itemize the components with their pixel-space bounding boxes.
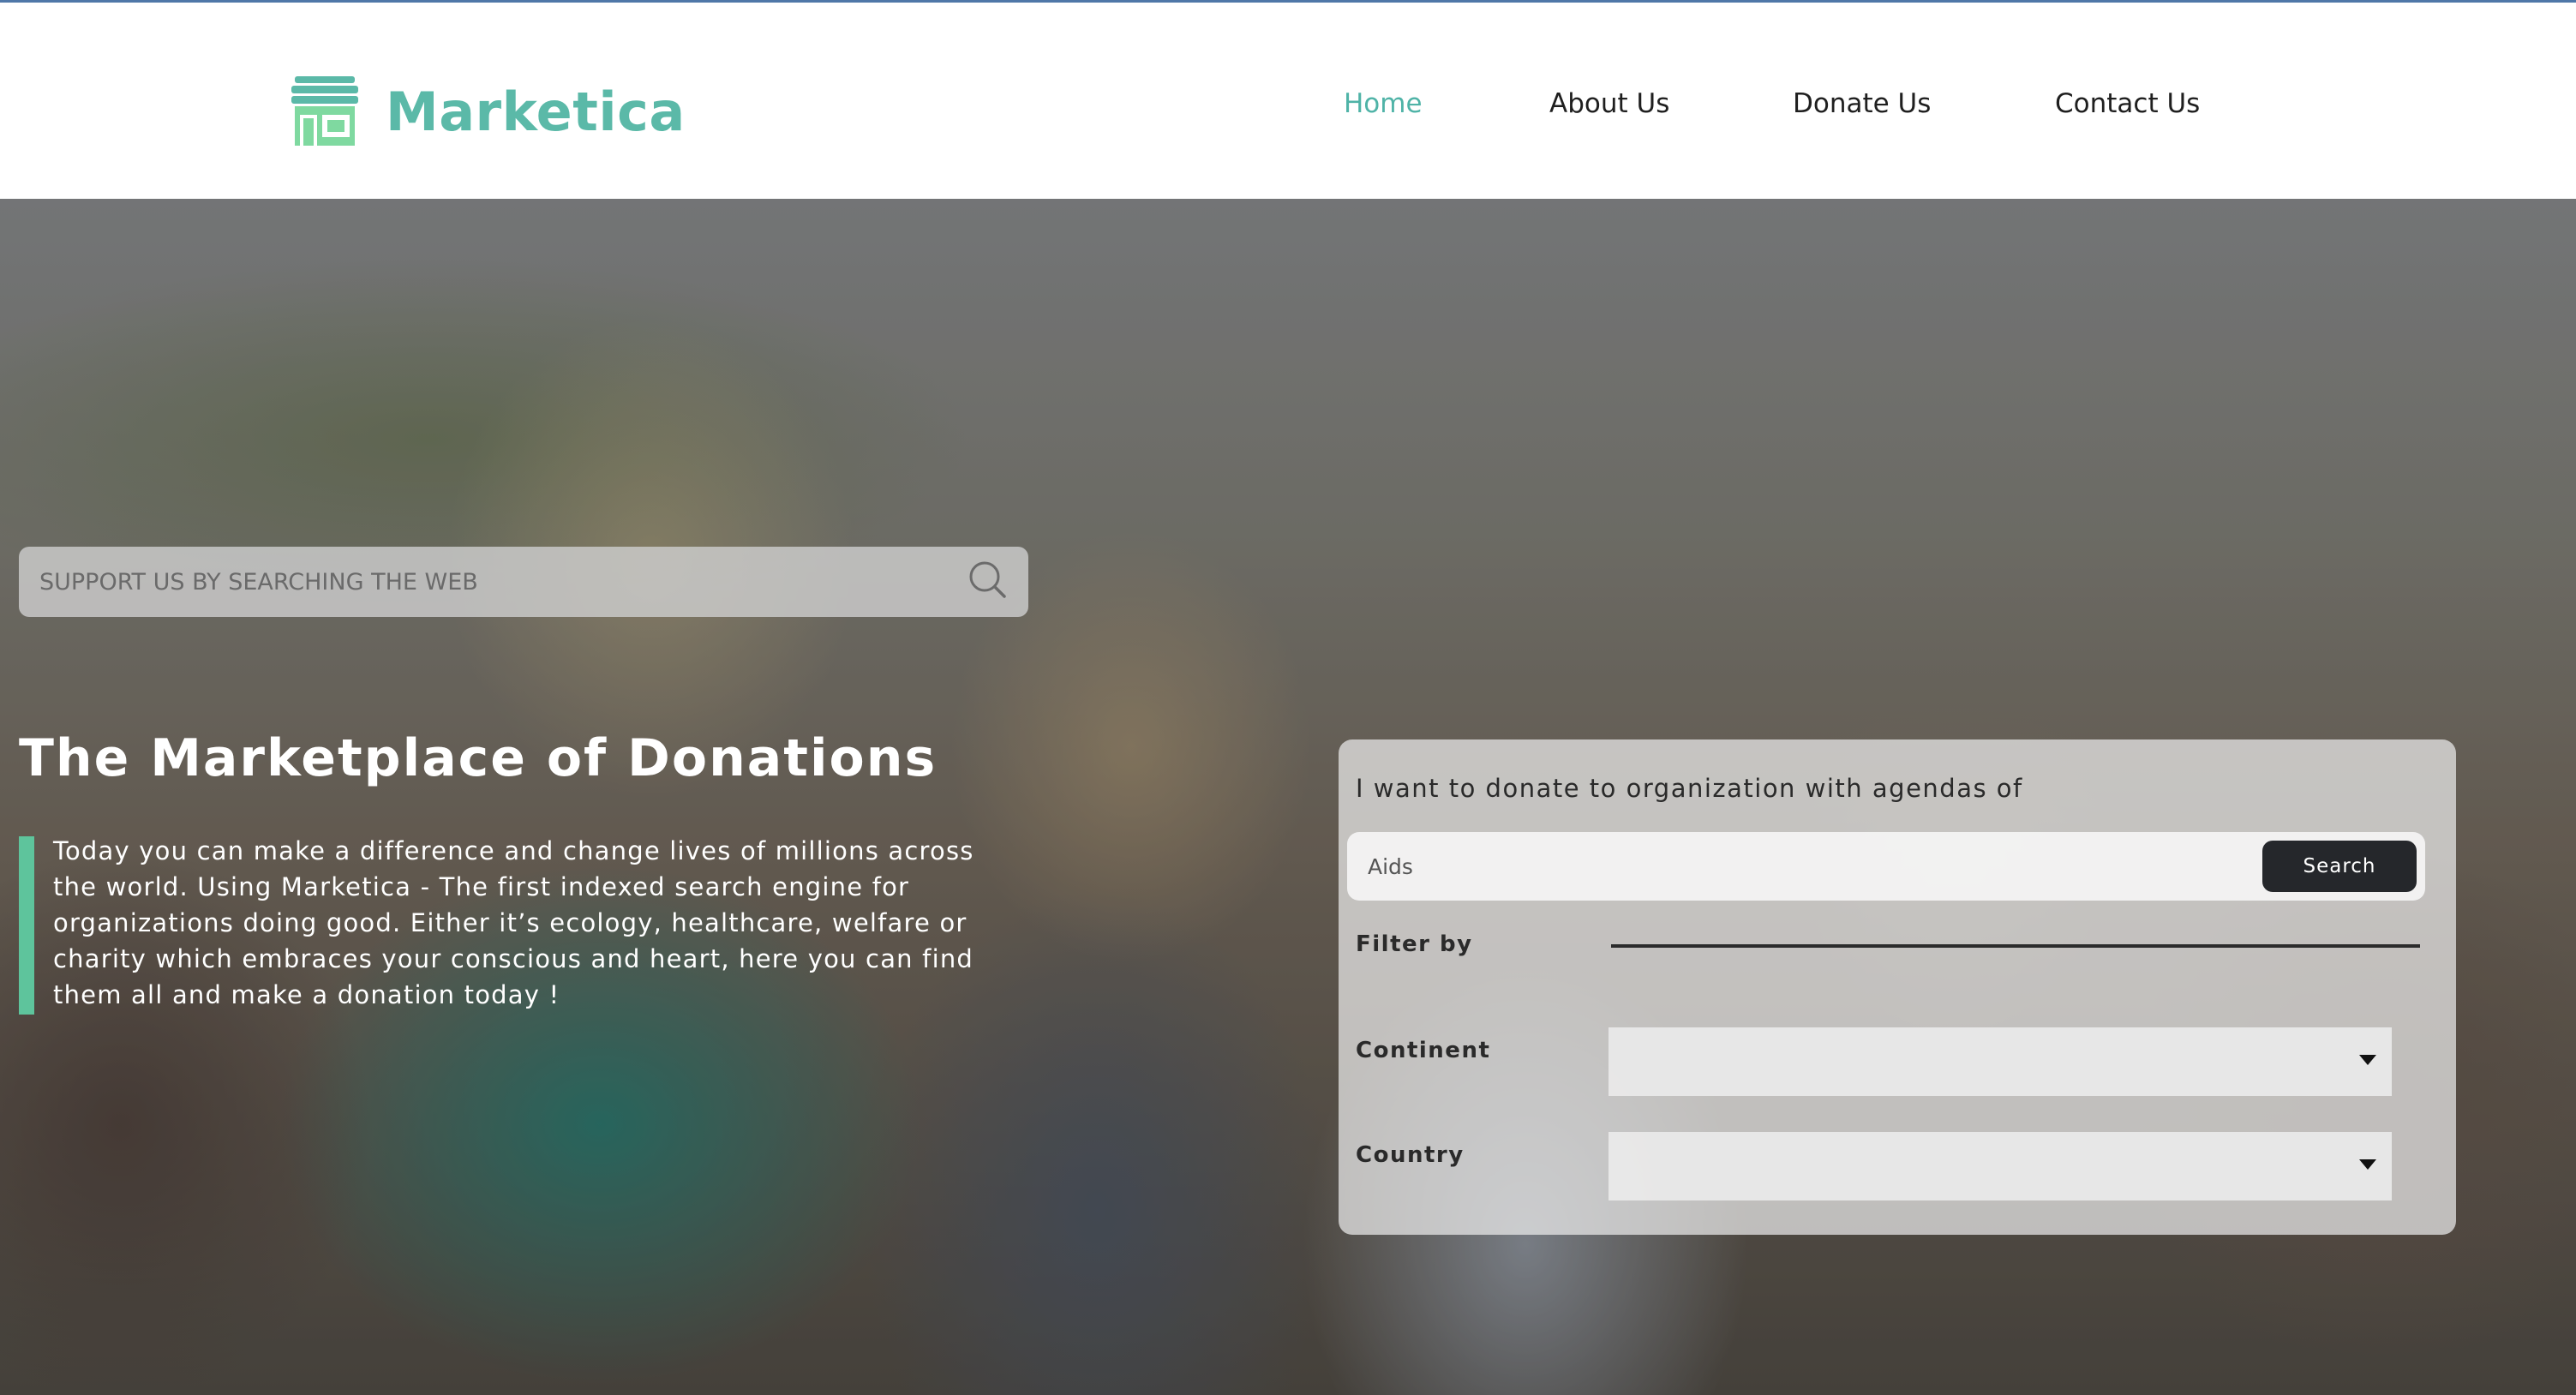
filter-by-label: Filter by (1356, 931, 1473, 957)
agenda-search-input[interactable] (1368, 832, 2225, 901)
brand-name: Marketica (386, 80, 686, 143)
donate-filter-panel: I want to donate to organization with ag… (1339, 739, 2456, 1235)
filter-divider (1611, 944, 2420, 948)
storefront-icon (291, 76, 358, 146)
chevron-down-icon (2359, 1159, 2376, 1170)
search-icon[interactable] (967, 559, 1009, 602)
agenda-search-button[interactable]: Search (2262, 841, 2417, 892)
hero-description: Today you can make a difference and chan… (53, 836, 974, 1009)
hero-section: The Marketplace of Donations Today you c… (0, 199, 2576, 1395)
brand-logo[interactable]: Marketica (291, 75, 686, 148)
nav-home[interactable]: Home (1344, 88, 1423, 131)
continent-select[interactable] (1609, 1027, 2392, 1096)
web-search-bar[interactable] (19, 547, 1028, 617)
hero-title: The Marketplace of Donations (19, 728, 938, 788)
web-search-input[interactable] (39, 547, 956, 617)
nav-about-us[interactable]: About Us (1549, 88, 1669, 131)
nav-contact-us[interactable]: Contact Us (2055, 88, 2200, 131)
nav-donate-us[interactable]: Donate Us (1793, 88, 1931, 131)
country-label: Country (1356, 1142, 1465, 1168)
continent-label: Continent (1356, 1038, 1491, 1063)
agenda-search-box: Search (1347, 832, 2425, 901)
panel-intro-text: I want to donate to organization with ag… (1356, 774, 2023, 803)
hero-accent-bar (19, 836, 34, 1015)
country-select[interactable] (1609, 1132, 2392, 1200)
site-header: Marketica Home About Us Donate Us Contac… (0, 3, 2576, 199)
chevron-down-icon (2359, 1055, 2376, 1065)
